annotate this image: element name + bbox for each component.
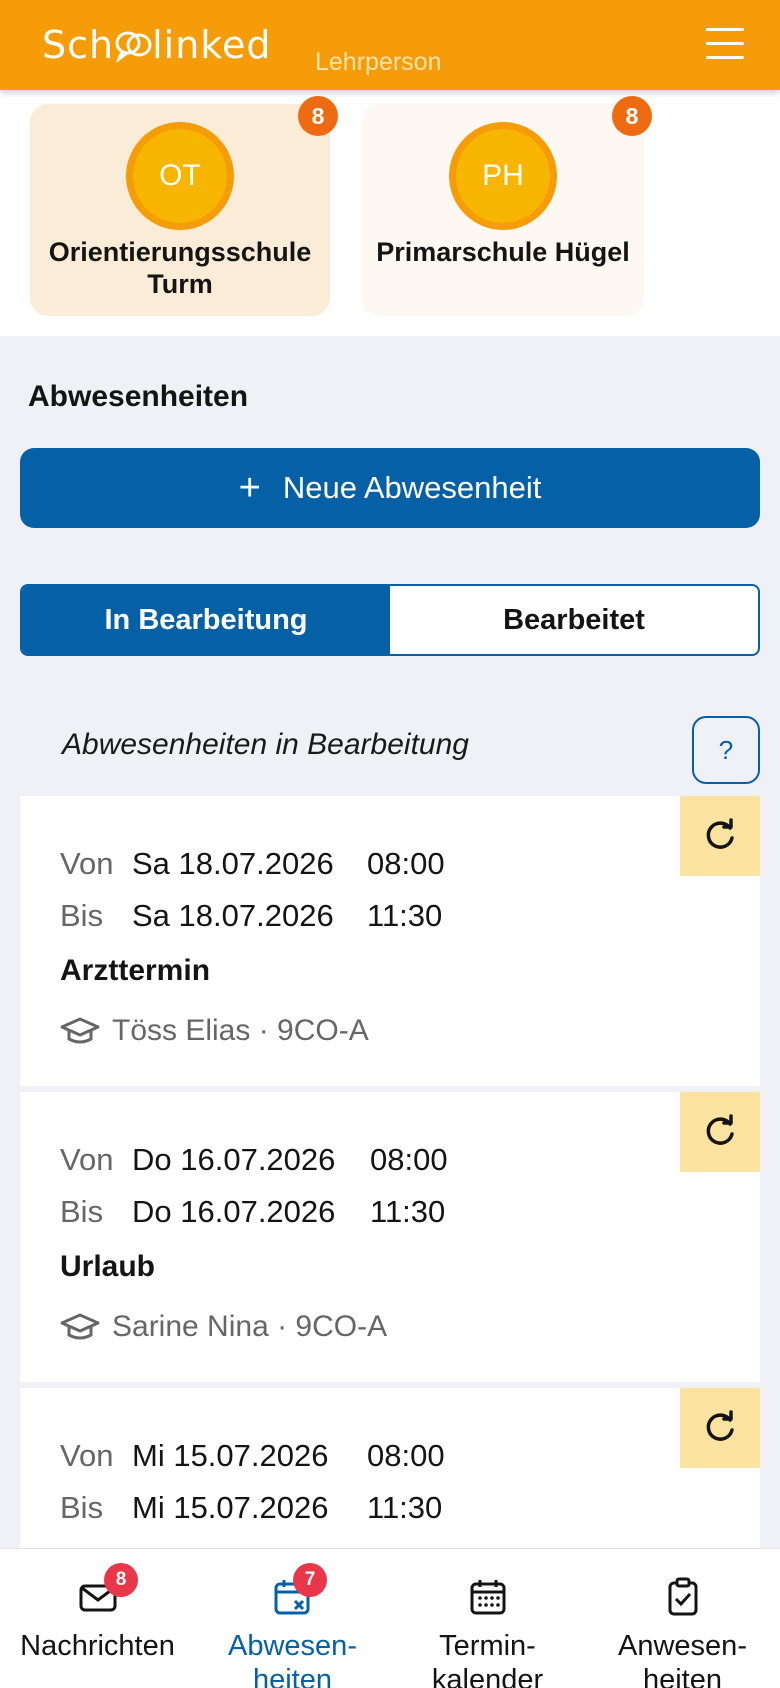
section-title: Abwesenheiten <box>28 380 249 413</box>
student-name: Töss Elias · 9CO-A <box>112 1014 369 1047</box>
from-date: Sa 18.07.2026 <box>132 846 334 881</box>
nav-anwesenheiten[interactable]: Anwesen-heiten <box>585 1549 780 1688</box>
app-logo[interactable]: Sch linked <box>42 20 271 70</box>
graduation-cap-icon <box>60 1313 100 1340</box>
to-row: Bis Do 16.07.2026 11:30 <box>60 1194 445 1230</box>
absence-reason: Arzttermin <box>60 954 211 987</box>
from-date: Mi 15.07.2026 <box>132 1438 329 1473</box>
from-row: Von Do 16.07.2026 08:00 <box>60 1142 448 1178</box>
nav-label: Nachrichten <box>20 1630 175 1662</box>
absence-card[interactable]: Von Sa 18.07.2026 08:00 Bis Sa 18.07.202… <box>20 796 760 1086</box>
from-label: Von <box>60 1142 114 1177</box>
nav-terminkalender[interactable]: Termin-kalender <box>390 1549 585 1688</box>
nav-abwesenheiten[interactable]: 7 Abwesen-heiten <box>195 1549 390 1688</box>
tab-bearbeitet[interactable]: Bearbeitet <box>390 586 758 654</box>
list-heading: Abwesenheiten in Bearbeitung <box>62 728 469 761</box>
school-name: Orientierungsschule Turm <box>48 237 312 299</box>
hamburger-menu-icon[interactable] <box>706 28 744 62</box>
student-row: Sarine Nina · 9CO-A <box>60 1310 387 1344</box>
refresh-icon[interactable] <box>680 1092 760 1172</box>
to-row: Bis Sa 18.07.2026 11:30 <box>60 898 442 934</box>
logo-bubble-icon <box>115 31 152 62</box>
logo-text-end: linked <box>152 23 272 67</box>
to-time: 11:30 <box>367 898 443 933</box>
nav-badge: 8 <box>104 1563 138 1597</box>
new-absence-button[interactable]: + Neue Abwesenheit <box>20 448 760 528</box>
to-date: Do 16.07.2026 <box>132 1194 336 1229</box>
to-label: Bis <box>60 1194 104 1229</box>
calendar-icon <box>470 1580 505 1615</box>
refresh-icon[interactable] <box>680 1388 760 1468</box>
status-tabs: In Bearbeitung Bearbeitet <box>20 584 760 656</box>
to-row: Bis Mi 15.07.2026 11:30 <box>60 1490 442 1526</box>
from-time: 08:00 <box>367 846 445 881</box>
absence-reason: Urlaub <box>60 1250 156 1283</box>
student-name: Sarine Nina · 9CO-A <box>112 1310 388 1343</box>
nav-label: Anwesen-heiten <box>618 1630 747 1688</box>
to-time: 11:30 <box>367 1490 443 1525</box>
tab-in-bearbeitung[interactable]: In Bearbeitung <box>22 586 390 654</box>
school-badge: 8 <box>298 96 338 136</box>
from-row: Von Sa 18.07.2026 08:00 <box>60 846 445 882</box>
from-time: 08:00 <box>370 1142 448 1177</box>
refresh-icon[interactable] <box>680 796 760 876</box>
logo-text-start: Sch <box>42 23 115 67</box>
from-date: Do 16.07.2026 <box>132 1142 336 1177</box>
new-absence-label: Neue Abwesenheit <box>282 470 542 505</box>
from-time: 08:00 <box>367 1438 445 1473</box>
from-row: Von Mi 15.07.2026 08:00 <box>60 1438 445 1474</box>
to-label: Bis <box>60 898 104 933</box>
from-label: Von <box>60 846 114 881</box>
plus-icon: + <box>238 466 261 509</box>
school-badge: 8 <box>612 96 652 136</box>
nav-label: Abwesen-heiten <box>228 1630 357 1688</box>
student-row: Töss Elias · 9CO-A <box>60 1014 369 1048</box>
help-button[interactable]: ? <box>692 716 760 784</box>
clipboard-check-icon <box>668 1577 697 1616</box>
nav-label: Termin-kalender <box>431 1630 544 1688</box>
bottom-navigation: 8 Nachrichten 7 Abwesen-heiten Termin-ka… <box>0 1548 780 1688</box>
to-time: 11:30 <box>370 1194 446 1229</box>
school-avatar: PH <box>449 122 557 230</box>
from-label: Von <box>60 1438 114 1473</box>
app-header: Sch linked Lehrperson <box>0 0 780 90</box>
nav-nachrichten[interactable]: 8 Nachrichten <box>0 1549 195 1688</box>
role-label: Lehrperson <box>315 48 442 76</box>
to-date: Mi 15.07.2026 <box>132 1490 329 1525</box>
school-card-primarschule[interactable]: PH Primarschule Hügel 8 <box>362 96 652 316</box>
graduation-cap-icon <box>60 1017 100 1044</box>
school-card-orientierungsschule[interactable]: OT Orientierungsschule Turm 8 <box>30 96 338 316</box>
absence-card[interactable]: Von Do 16.07.2026 08:00 Bis Do 16.07.202… <box>20 1092 760 1382</box>
school-selector: OT Orientierungsschule Turm 8 PH Primars… <box>0 90 780 336</box>
school-avatar: OT <box>126 122 234 230</box>
absence-card[interactable]: Von Mi 15.07.2026 08:00 Bis Mi 15.07.202… <box>20 1388 760 1548</box>
to-date: Sa 18.07.2026 <box>132 898 334 933</box>
school-name: Primarschule Hügel <box>376 237 630 267</box>
to-label: Bis <box>60 1490 104 1525</box>
nav-badge: 7 <box>293 1563 327 1597</box>
